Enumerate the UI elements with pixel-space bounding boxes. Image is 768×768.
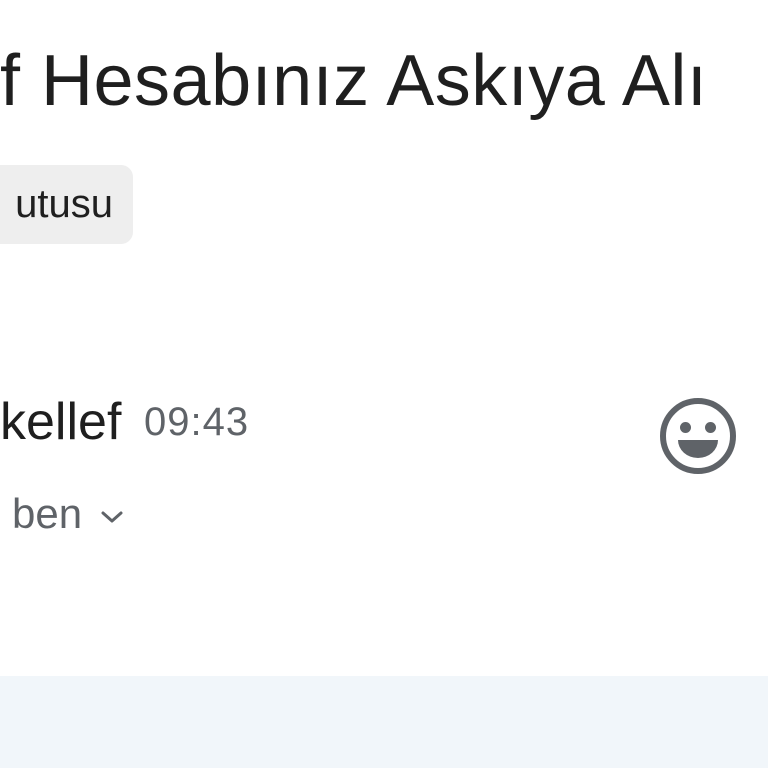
add-reaction-button[interactable] bbox=[652, 390, 744, 482]
email-body-area bbox=[0, 676, 768, 768]
inbox-label-chip[interactable]: utusu bbox=[0, 165, 133, 244]
email-subject: f Hesabınız Askıya Alı bbox=[0, 41, 708, 121]
email-view: f Hesabınız Askıya Alı utusu kellef 09:4… bbox=[0, 0, 768, 768]
recipient-details-toggle[interactable]: ben bbox=[12, 486, 124, 542]
chevron-down-icon bbox=[100, 509, 124, 525]
recipient-text: ben bbox=[12, 490, 83, 537]
email-time: 09:43 bbox=[144, 400, 250, 444]
sender-name[interactable]: kellef bbox=[0, 392, 121, 452]
inbox-label-text: utusu bbox=[15, 182, 113, 226]
smiley-face-icon bbox=[660, 398, 736, 474]
